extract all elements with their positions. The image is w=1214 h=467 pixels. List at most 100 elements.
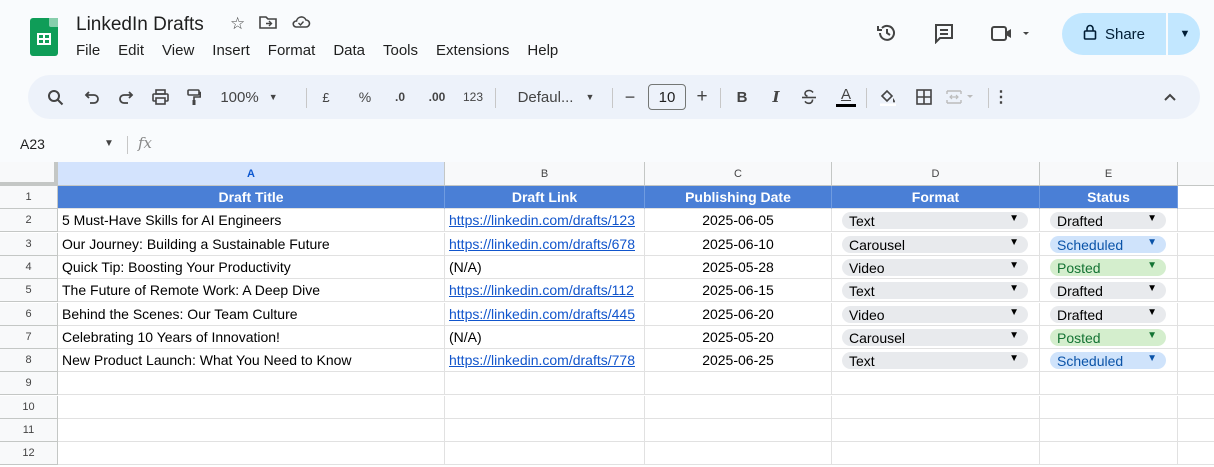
collapse-toolbar-icon[interactable] — [1158, 75, 1182, 119]
format-dropdown-chip[interactable]: Text ▼ — [842, 282, 1028, 299]
column-header-c[interactable]: C — [645, 162, 832, 186]
format-cell[interactable]: Video ▼ — [832, 256, 1040, 279]
status-dropdown-chip[interactable]: Drafted ▼ — [1050, 306, 1166, 323]
empty-cell[interactable] — [1178, 209, 1214, 232]
link-cell[interactable]: (N/A) — [445, 326, 645, 349]
row-header[interactable]: 8 — [0, 349, 58, 372]
name-box[interactable]: A23 — [20, 136, 45, 152]
status-cell[interactable]: Drafted ▼ — [1040, 303, 1178, 326]
column-header-d[interactable]: D — [832, 162, 1040, 186]
empty-cell[interactable] — [1178, 396, 1214, 419]
status-dropdown-chip[interactable]: Scheduled ▼ — [1050, 352, 1166, 369]
empty-cell[interactable] — [832, 442, 1040, 465]
italic-button[interactable]: I — [766, 75, 786, 119]
row-header[interactable]: 4 — [0, 256, 58, 279]
empty-cell[interactable] — [58, 396, 445, 419]
undo-icon[interactable] — [80, 75, 104, 119]
link-cell[interactable]: https://linkedin.com/drafts/112 — [445, 279, 645, 302]
print-icon[interactable] — [148, 75, 172, 119]
menu-file[interactable]: File — [76, 42, 109, 59]
empty-cell[interactable] — [1178, 349, 1214, 372]
date-cell[interactable]: 2025-06-05 — [645, 209, 832, 232]
format-dropdown-chip[interactable]: Carousel ▼ — [842, 236, 1028, 253]
empty-cell[interactable] — [1178, 256, 1214, 279]
menu-format[interactable]: Format — [268, 42, 325, 59]
empty-cell[interactable] — [645, 372, 832, 395]
row-header[interactable]: 7 — [0, 326, 58, 349]
status-cell[interactable]: Scheduled ▼ — [1040, 349, 1178, 372]
empty-cell[interactable] — [1178, 372, 1214, 395]
more-options-icon[interactable]: ⋮ — [993, 75, 1009, 119]
header-cell-status[interactable]: Status — [1040, 186, 1178, 209]
fill-color-icon[interactable] — [876, 75, 900, 119]
status-cell[interactable]: Posted ▼ — [1040, 256, 1178, 279]
currency-format-button[interactable]: £ — [315, 75, 337, 119]
redo-icon[interactable] — [114, 75, 138, 119]
paint-format-icon[interactable] — [182, 75, 206, 119]
strikethrough-icon[interactable] — [798, 75, 820, 119]
status-dropdown-chip[interactable]: Posted ▼ — [1050, 329, 1166, 346]
date-cell[interactable]: 2025-06-25 — [645, 349, 832, 372]
column-header-f[interactable] — [1178, 162, 1214, 186]
link-cell[interactable]: (N/A) — [445, 256, 645, 279]
status-cell[interactable]: Drafted ▼ — [1040, 279, 1178, 302]
number-format-button[interactable]: 123 — [458, 75, 488, 119]
empty-cell[interactable] — [1178, 442, 1214, 465]
text-color-button[interactable]: A — [834, 75, 858, 119]
menu-tools[interactable]: Tools — [383, 42, 427, 59]
format-dropdown-chip[interactable]: Text ▼ — [842, 212, 1028, 229]
empty-cell[interactable] — [645, 419, 832, 442]
header-cell-title[interactable]: Draft Title — [58, 186, 445, 209]
row-header[interactable]: 10 — [0, 396, 58, 419]
column-header-a[interactable]: A — [58, 162, 445, 186]
star-icon[interactable]: ☆ — [230, 14, 245, 35]
status-cell[interactable]: Drafted ▼ — [1040, 209, 1178, 232]
empty-cell[interactable] — [1040, 396, 1178, 419]
chevron-down-icon[interactable]: ▼ — [104, 138, 114, 149]
status-cell[interactable]: Scheduled ▼ — [1040, 233, 1178, 256]
move-folder-icon[interactable] — [259, 14, 278, 35]
empty-cell[interactable] — [1040, 372, 1178, 395]
empty-cell[interactable] — [1178, 233, 1214, 256]
decrease-font-size-button[interactable]: − — [620, 75, 640, 119]
sheets-logo-icon[interactable] — [30, 18, 58, 56]
date-cell[interactable]: 2025-06-10 — [645, 233, 832, 256]
select-all-corner[interactable] — [0, 162, 58, 186]
empty-cell[interactable] — [1040, 442, 1178, 465]
empty-cell[interactable] — [1178, 326, 1214, 349]
format-dropdown-chip[interactable]: Video ▼ — [842, 259, 1028, 276]
link-cell[interactable]: https://linkedin.com/drafts/678 — [445, 233, 645, 256]
version-history-icon[interactable] — [876, 22, 898, 50]
document-title[interactable]: LinkedIn Drafts — [76, 14, 204, 36]
status-dropdown-chip[interactable]: Drafted ▼ — [1050, 282, 1166, 299]
empty-cell[interactable] — [645, 396, 832, 419]
format-cell[interactable]: Text ▼ — [832, 209, 1040, 232]
empty-cell[interactable] — [1178, 303, 1214, 326]
date-cell[interactable]: 2025-05-28 — [645, 256, 832, 279]
font-select[interactable]: Defaul... ▼ — [506, 75, 606, 119]
format-dropdown-chip[interactable]: Carousel ▼ — [842, 329, 1028, 346]
menu-edit[interactable]: Edit — [118, 42, 153, 59]
row-header[interactable]: 2 — [0, 209, 58, 232]
title-cell[interactable]: 5 Must-Have Skills for AI Engineers — [58, 209, 445, 232]
menu-data[interactable]: Data — [333, 42, 374, 59]
row-header[interactable]: 9 — [0, 372, 58, 395]
menu-help[interactable]: Help — [527, 42, 567, 59]
meet-video-icon[interactable] — [990, 22, 1034, 50]
status-dropdown-chip[interactable]: Drafted ▼ — [1050, 212, 1166, 229]
empty-cell[interactable] — [1178, 279, 1214, 302]
row-header[interactable]: 1 — [0, 186, 58, 209]
row-header[interactable]: 12 — [0, 442, 58, 465]
empty-cell[interactable] — [445, 396, 645, 419]
format-cell[interactable]: Video ▼ — [832, 303, 1040, 326]
link-cell[interactable]: https://linkedin.com/drafts/123 — [445, 209, 645, 232]
empty-cell[interactable] — [58, 442, 445, 465]
link-cell[interactable]: https://linkedin.com/drafts/778 — [445, 349, 645, 372]
format-cell[interactable]: Carousel ▼ — [832, 233, 1040, 256]
empty-cell[interactable] — [58, 372, 445, 395]
cloud-status-icon[interactable] — [291, 14, 311, 35]
comments-icon[interactable] — [933, 22, 955, 50]
date-cell[interactable]: 2025-06-15 — [645, 279, 832, 302]
title-cell[interactable]: Quick Tip: Boosting Your Productivity — [58, 256, 445, 279]
title-cell[interactable]: The Future of Remote Work: A Deep Dive — [58, 279, 445, 302]
